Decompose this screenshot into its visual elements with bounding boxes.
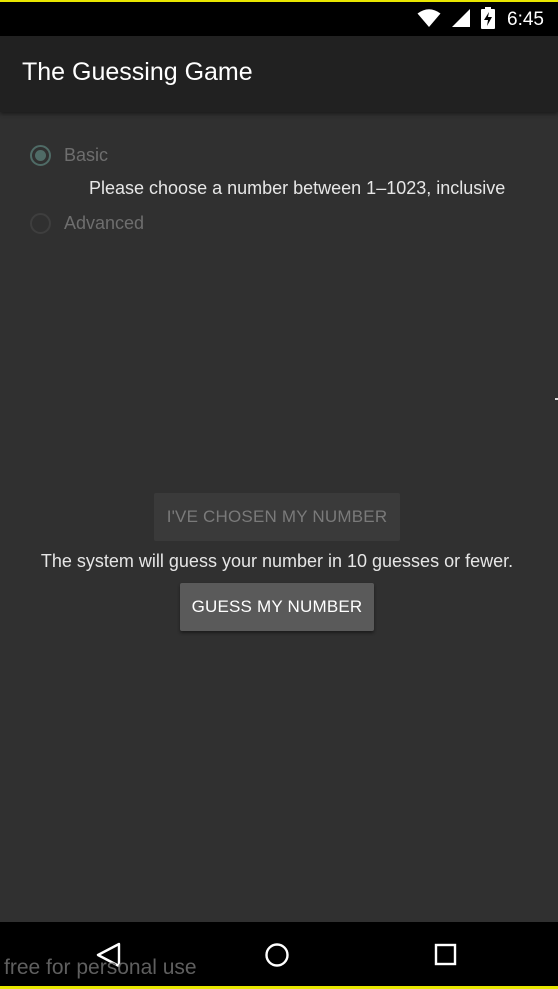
app-screen: 6:45 The Guessing Game Basic Please choo…	[0, 0, 558, 989]
signal-icon	[451, 8, 471, 32]
wifi-icon	[417, 8, 441, 32]
watermark-text: free for personal use	[4, 956, 197, 979]
status-bar: 6:45	[0, 0, 558, 36]
app-bar: The Guessing Game	[0, 36, 558, 112]
status-time: 6:45	[507, 9, 544, 30]
info-text: The system will guess your number in 10 …	[40, 551, 514, 571]
recents-icon[interactable]	[431, 940, 461, 970]
guess-number-button[interactable]: GUESS MY NUMBER	[180, 583, 374, 631]
range-hint: Please choose a number between 1–1023, i…	[89, 178, 506, 198]
battery-charging-icon	[481, 7, 496, 33]
radio-basic[interactable]: Basic	[30, 140, 108, 170]
radio-button-unchecked[interactable]	[30, 212, 51, 234]
home-icon[interactable]	[262, 940, 292, 970]
app-title: The Guessing Game	[22, 58, 253, 86]
radio-button-checked[interactable]	[30, 144, 51, 166]
status-icons: 6:45	[417, 7, 544, 33]
radio-advanced-label: Advanced	[64, 212, 145, 233]
radio-advanced[interactable]: Advanced	[30, 208, 144, 238]
chosen-number-button[interactable]: I'VE CHOSEN MY NUMBER	[154, 493, 400, 541]
radio-basic-label: Basic	[64, 144, 109, 165]
